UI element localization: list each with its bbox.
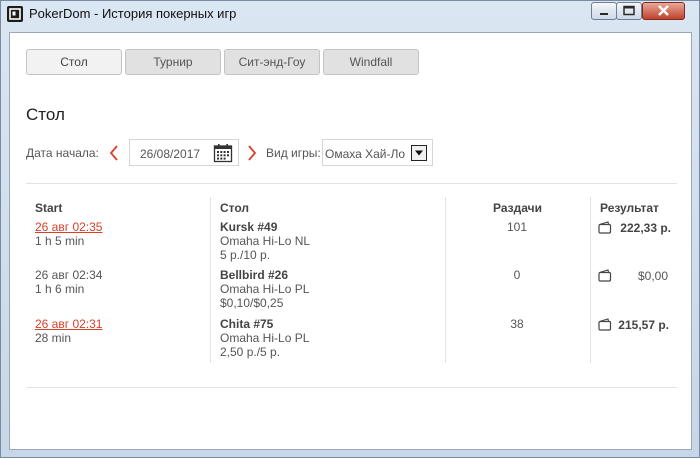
date-label: Дата начала: (26, 146, 99, 160)
window-title: PokerDom - История покерных игр (29, 6, 237, 21)
header-hands: Раздачи (493, 201, 542, 215)
header-result: Результат (600, 201, 659, 215)
filter-row: Дата начала: 26/08/2017 Вид игры: Омаха … (26, 139, 446, 167)
result-value: 222,33 р. (620, 221, 671, 235)
minimize-button[interactable] (591, 2, 617, 20)
game-type-label: Вид игры: (266, 146, 321, 160)
pokerdom-logo-icon (7, 6, 23, 22)
title-bar[interactable]: PokerDom - История покерных игр (1, 1, 699, 27)
game-type: Omaha Hi-Lo NL (220, 234, 311, 248)
tab-table[interactable]: Стол (26, 49, 122, 75)
hands-count: 38 (510, 317, 524, 331)
divider-bottom (26, 387, 677, 388)
stakes: 5 р./10 р. (220, 248, 271, 262)
main-content: Стол Турнир Сит-энд-Гоу Windfall Стол Да… (9, 32, 692, 450)
duration: 28 min (35, 331, 72, 345)
close-button[interactable] (642, 2, 685, 20)
table-row[interactable]: 26 авг 02:31 28 min Chita #75 Omaha Hi-L… (10, 317, 693, 370)
section-title: Стол (26, 105, 65, 124)
game-type: Omaha Hi-Lo PL (220, 331, 310, 345)
date-value: 26/08/2017 (140, 147, 201, 161)
start-time: 26 авг 02:34 (35, 268, 103, 282)
duration: 1 h 5 min (35, 234, 85, 248)
app-window: PokerDom - История покерных игр Стол Тур… (0, 0, 700, 458)
game-type-value: Омаха Хай-Ло (325, 147, 406, 161)
start-time-link[interactable]: 26 авг 02:31 (35, 317, 102, 332)
table-name: Chita #75 (220, 317, 274, 331)
table-name: Bellbird #26 (220, 268, 289, 282)
table-name: Kursk #49 (220, 220, 278, 234)
divider-top (26, 183, 677, 184)
game-type: Omaha Hi-Lo PL (220, 282, 310, 296)
hands-count: 101 (506, 220, 528, 234)
chevron-down-icon[interactable] (411, 145, 427, 161)
tab-sit-and-go[interactable]: Сит-энд-Гоу (224, 49, 320, 75)
game-type-select[interactable]: Омаха Хай-Ло (322, 139, 433, 166)
tab-windfall[interactable]: Windfall (323, 49, 419, 75)
date-field[interactable]: 26/08/2017 (129, 139, 239, 166)
header-start: Start (35, 201, 63, 215)
chevron-right-icon[interactable] (246, 145, 258, 166)
maximize-button[interactable] (616, 2, 642, 20)
stakes: 2,50 р./5 р. (220, 345, 281, 359)
stakes: $0,10/$0,25 (220, 296, 284, 310)
result-value: 215,57 р. (618, 318, 669, 332)
hands-count: 0 (513, 268, 521, 282)
calendar-icon[interactable] (213, 143, 233, 168)
start-time-link[interactable]: 26 авг 02:35 (35, 220, 102, 235)
table-row[interactable]: 26 авг 02:35 1 h 5 min Kursk #49 Omaha H… (10, 220, 693, 273)
table-row[interactable]: 26 авг 02:34 1 h 6 min Bellbird #26 Omah… (10, 268, 693, 321)
tab-tournament[interactable]: Турнир (125, 49, 221, 75)
result-value: $0,00 (637, 269, 668, 283)
duration: 1 h 6 min (35, 282, 85, 296)
header-table: Стол (220, 201, 250, 215)
chevron-left-icon[interactable] (108, 145, 120, 166)
